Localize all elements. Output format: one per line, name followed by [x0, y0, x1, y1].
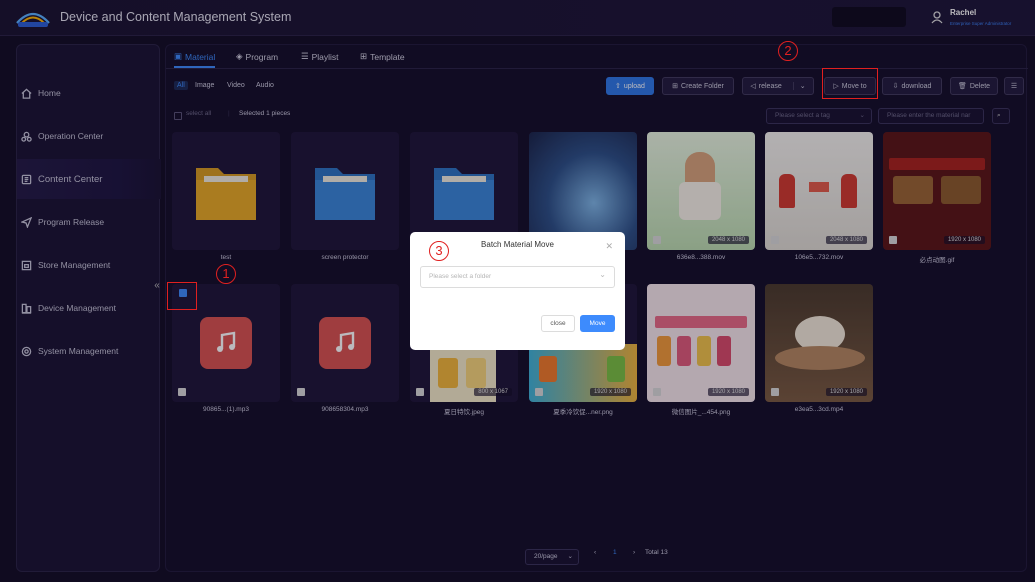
- annotation-marker-1: 1: [216, 264, 236, 284]
- folder-select[interactable]: Please select a folder: [420, 265, 615, 288]
- annotation-highlight-checkbox: [167, 282, 197, 310]
- annotation-marker-2: 2: [778, 41, 798, 61]
- close-button[interactable]: close: [541, 315, 575, 332]
- move-button[interactable]: Move: [580, 315, 615, 332]
- annotation-highlight-move-to: [822, 68, 878, 99]
- folder-select-placeholder: Please select a folder: [429, 273, 492, 280]
- annotation-marker-3: 3: [429, 241, 449, 261]
- close-icon[interactable]: ✕: [605, 241, 613, 252]
